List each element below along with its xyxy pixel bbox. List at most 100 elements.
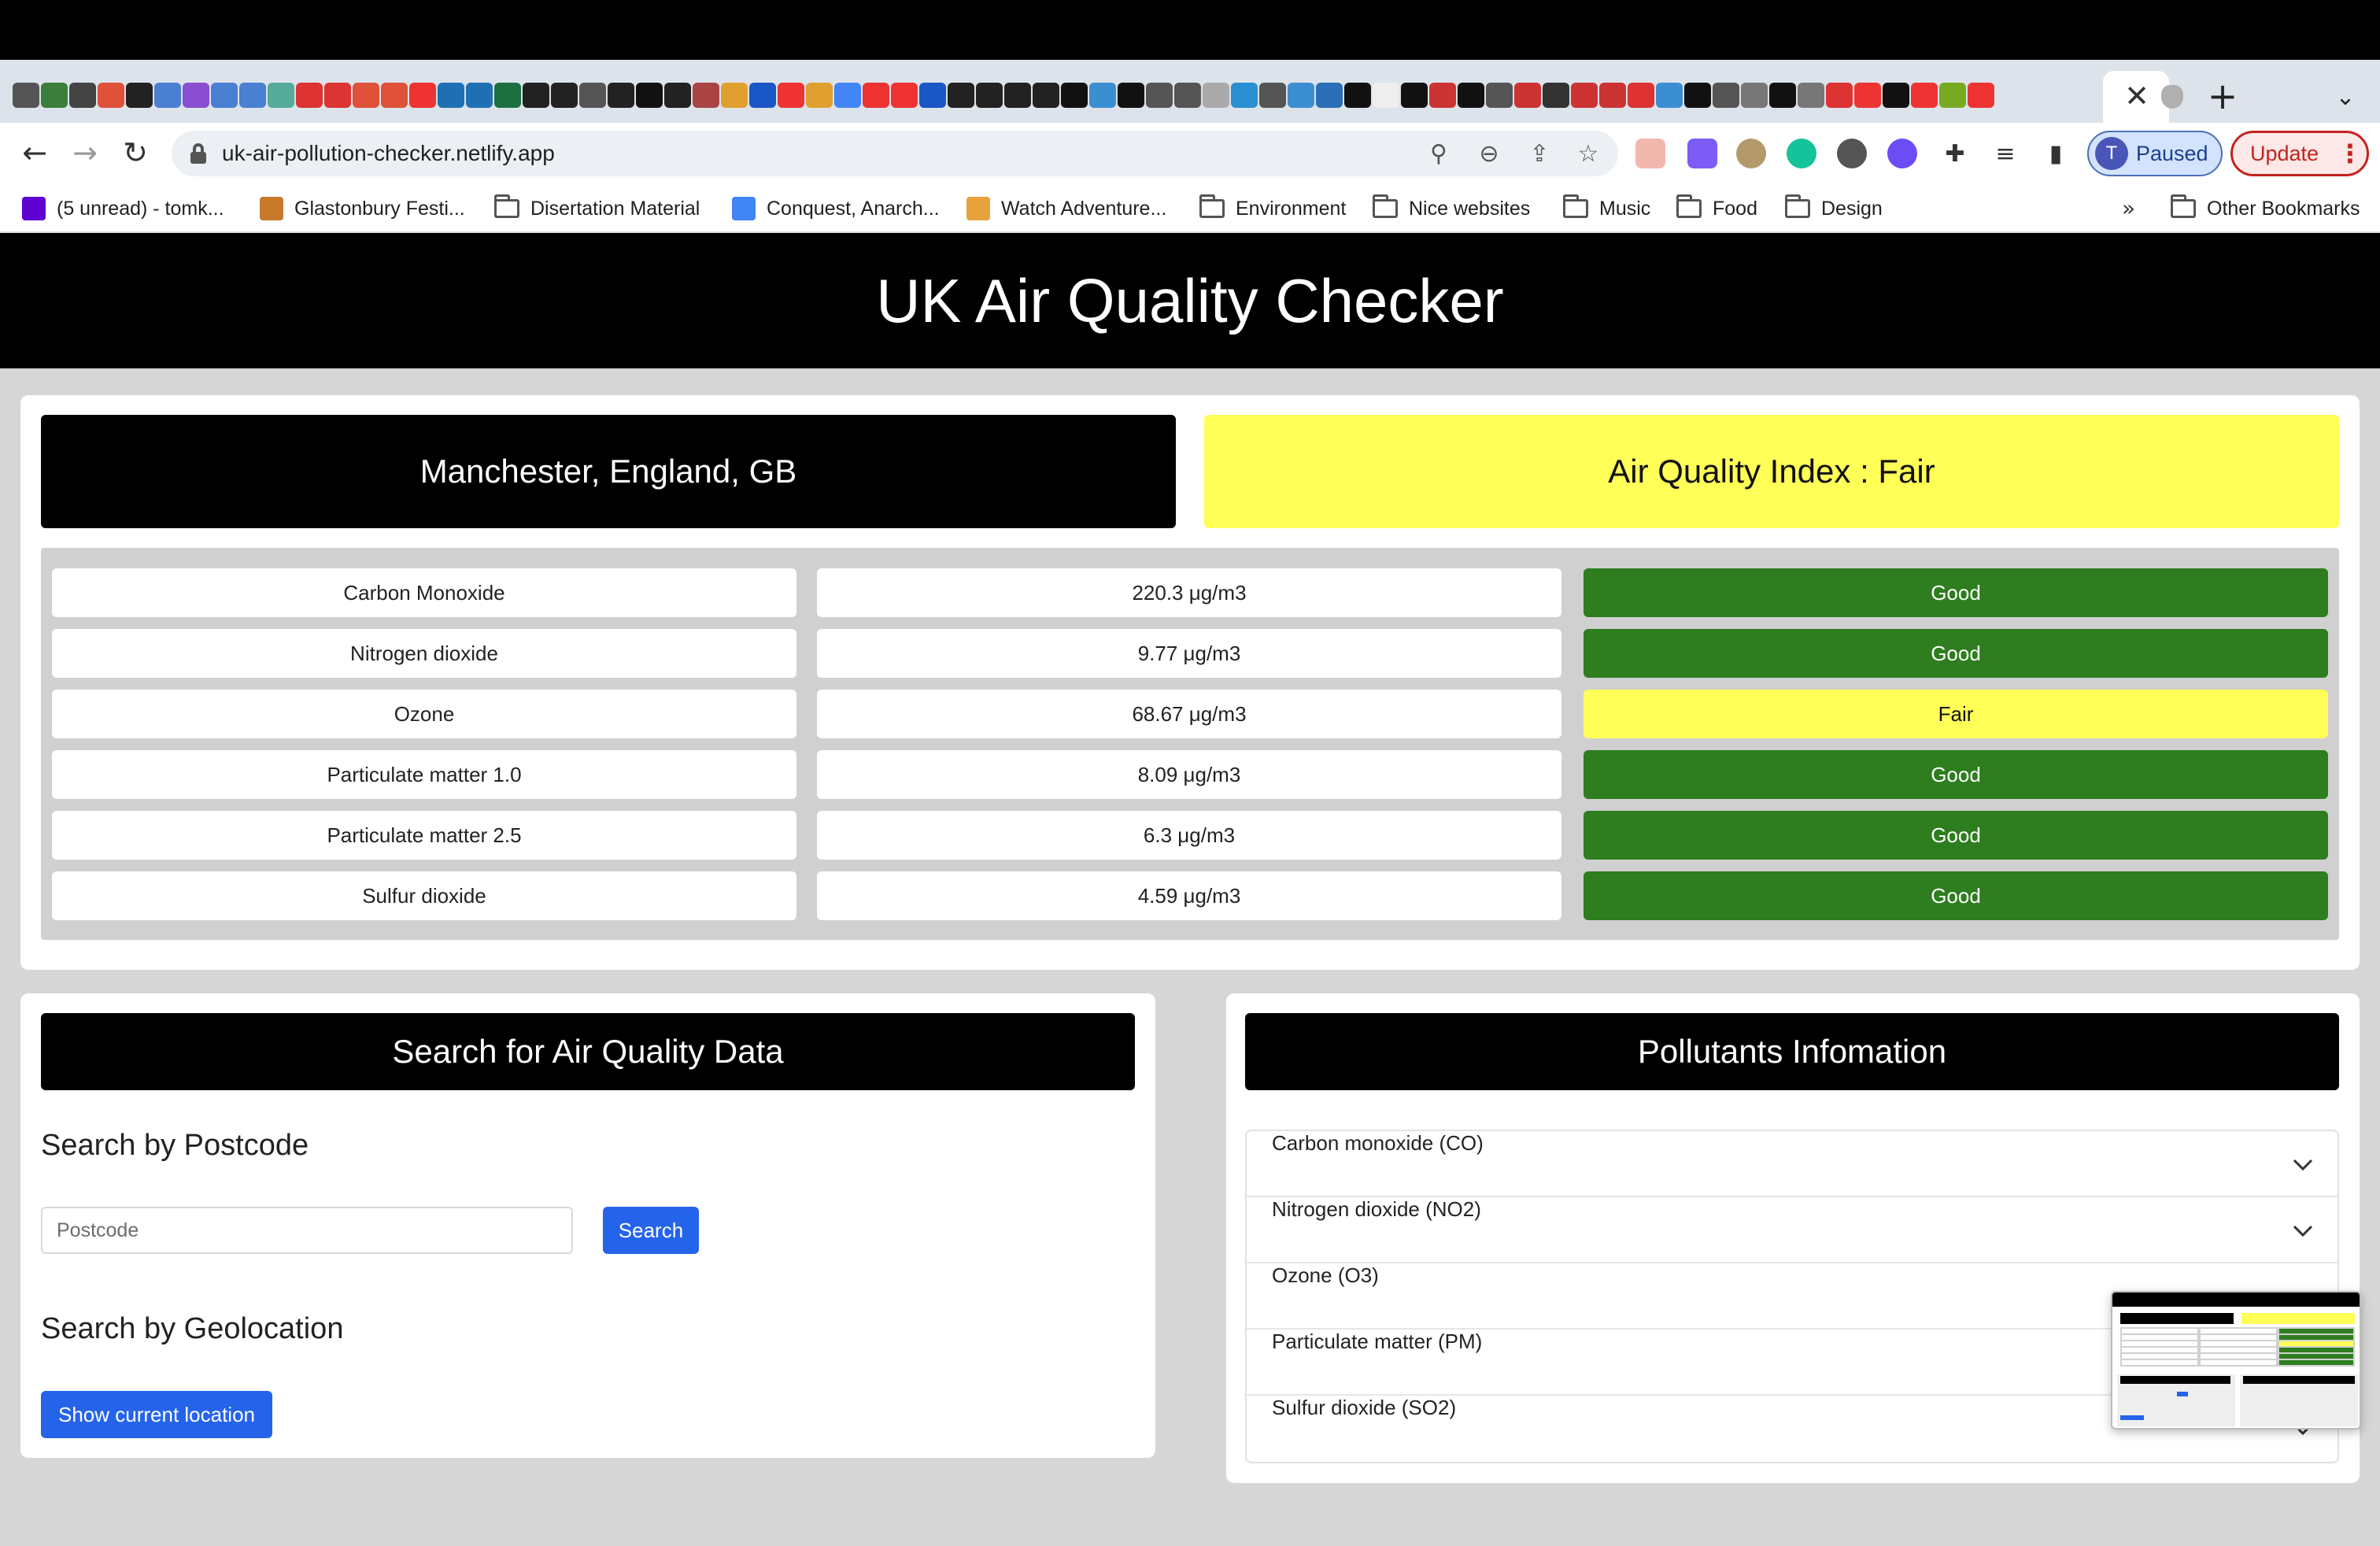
tab-favicon-icon[interactable] (1118, 83, 1144, 108)
bookmarks-overflow-icon[interactable]: » (2122, 190, 2145, 227)
tab-favicon-icon[interactable] (438, 83, 464, 108)
new-tab-button[interactable]: + (2204, 76, 2241, 117)
tab-favicon-icon[interactable] (154, 83, 181, 108)
tab-favicon-icon[interactable] (919, 83, 946, 108)
tab-favicon-icon[interactable] (1288, 83, 1314, 108)
tab-favicon-icon[interactable] (1741, 83, 1768, 108)
bookmark-star-icon[interactable]: ☆ (1571, 137, 1606, 172)
close-tab-icon[interactable]: ✕ (2123, 79, 2150, 113)
tab-favicon-icon[interactable] (863, 83, 889, 108)
bookmark-item[interactable]: Food (1676, 190, 1757, 227)
tab-favicon-icon[interactable] (1344, 83, 1371, 108)
tab-favicon-icon[interactable] (1854, 83, 1881, 108)
tab-favicon-icon[interactable] (353, 83, 379, 108)
profile-status[interactable]: Paused (2136, 135, 2215, 172)
apple-tab-icon[interactable] (2161, 85, 2183, 109)
bookmark-item[interactable]: Environment (1199, 190, 1346, 227)
tab-favicon-icon[interactable] (1656, 83, 1683, 108)
accordion-item[interactable]: Nitrogen dioxide (NO2) (1247, 1197, 2338, 1263)
share-icon[interactable]: ⇪ (1522, 137, 1557, 172)
tab-favicon-icon[interactable] (126, 83, 153, 108)
lock-icon[interactable] (190, 143, 206, 164)
reload-icon[interactable]: ↻ (115, 132, 156, 173)
bookmark-item[interactable]: Nice websites (1373, 190, 1530, 227)
tab-favicon-icon[interactable] (409, 83, 436, 108)
tab-favicon-icon[interactable] (1033, 83, 1059, 108)
tab-favicon-icon[interactable] (1798, 83, 1824, 108)
tab-favicon-icon[interactable] (1146, 83, 1173, 108)
tab-favicon-icon[interactable] (41, 83, 68, 108)
side-panel-icon[interactable]: ▮ (2038, 137, 2073, 172)
tab-favicon-icon[interactable] (579, 83, 606, 108)
tab-favicon-icon[interactable] (1599, 83, 1626, 108)
chevron-down-icon[interactable] (2292, 1219, 2314, 1241)
bookmark-item[interactable]: (5 unread) - tomk... (22, 190, 224, 227)
tab-favicon-icon[interactable] (749, 83, 776, 108)
tab-favicon-icon[interactable] (1543, 83, 1569, 108)
tab-favicon-icon[interactable] (1826, 83, 1853, 108)
tab-search-chevron-icon[interactable]: ⌄ (2328, 82, 2363, 113)
extension-icon[interactable] (1687, 139, 1717, 168)
tab-favicon-icon[interactable] (1004, 83, 1031, 108)
tab-favicon-icon[interactable] (664, 83, 691, 108)
chevron-down-icon[interactable] (2292, 1153, 2314, 1175)
tab-favicon-icon[interactable] (1174, 83, 1201, 108)
back-icon[interactable]: ← (14, 132, 55, 173)
tab-favicon-icon[interactable] (806, 83, 833, 108)
tab-favicon-icon[interactable] (1713, 83, 1739, 108)
tab-favicon-icon[interactable] (13, 83, 39, 108)
show-location-button[interactable]: Show current location (41, 1391, 272, 1438)
grammarly-icon[interactable] (1787, 139, 1816, 168)
tab-favicon-icon[interactable] (834, 83, 861, 108)
tab-favicon-icon[interactable] (1968, 83, 1994, 108)
other-bookmarks[interactable]: Other Bookmarks (2171, 190, 2360, 227)
tab-favicon-icon[interactable] (721, 83, 748, 108)
zoom-icon[interactable]: ⊖ (1472, 137, 1506, 172)
postcode-input[interactable] (41, 1207, 573, 1254)
tab-favicon-icon[interactable] (1911, 83, 1938, 108)
bookmark-item[interactable]: Music (1563, 190, 1650, 227)
bookmark-item[interactable]: Disertation Material (494, 190, 700, 227)
tab-favicon-icon[interactable] (636, 83, 663, 108)
tab-favicon-icon[interactable] (98, 83, 124, 108)
tab-favicon-icon[interactable] (1401, 83, 1428, 108)
search-button[interactable]: Search (603, 1207, 699, 1254)
tab-favicon-icon[interactable] (1939, 83, 1966, 108)
wappalyzer-icon[interactable] (1837, 139, 1867, 168)
extension-icon[interactable] (1736, 139, 1766, 168)
bookmark-item[interactable]: Watch Adventure... (966, 190, 1166, 227)
tab-favicon-icon[interactable] (1514, 83, 1541, 108)
tab-favicon-icon[interactable] (494, 83, 521, 108)
more-menu-icon[interactable]: ⋮ (2338, 134, 2363, 173)
tab-favicon-icon[interactable] (1429, 83, 1456, 108)
tab-favicon-icon[interactable] (948, 83, 974, 108)
url-text[interactable]: uk-air-pollution-checker.netlify.app (222, 135, 930, 172)
tab-favicon-icon[interactable] (211, 83, 238, 108)
forward-icon[interactable]: → (65, 132, 105, 173)
tab-favicon-icon[interactable] (183, 83, 209, 108)
tab-favicon-icon[interactable] (523, 83, 549, 108)
tab-favicon-icon[interactable] (1486, 83, 1513, 108)
tab-favicon-icon[interactable] (1883, 83, 1909, 108)
bookmark-item[interactable]: Design (1785, 190, 1883, 227)
pinned-tabs[interactable] (13, 80, 2082, 111)
tab-favicon-icon[interactable] (1259, 83, 1286, 108)
tab-favicon-icon[interactable] (608, 83, 634, 108)
tab-favicon-icon[interactable] (69, 83, 96, 108)
avatar[interactable]: T (2095, 137, 2128, 170)
tab-favicon-icon[interactable] (239, 83, 266, 108)
tab-favicon-icon[interactable] (1458, 83, 1484, 108)
tab-favicon-icon[interactable] (976, 83, 1003, 108)
tab-favicon-icon[interactable] (1684, 83, 1711, 108)
tab-favicon-icon[interactable] (891, 83, 918, 108)
tab-favicon-icon[interactable] (1203, 83, 1229, 108)
tab-favicon-icon[interactable] (1769, 83, 1796, 108)
tab-favicon-icon[interactable] (778, 83, 804, 108)
tab-favicon-icon[interactable] (296, 83, 323, 108)
tab-favicon-icon[interactable] (381, 83, 408, 108)
tab-favicon-icon[interactable] (1628, 83, 1654, 108)
pdf-extension-icon[interactable] (1635, 139, 1665, 168)
extension-icon[interactable] (1887, 139, 1917, 168)
tab-favicon-icon[interactable] (1089, 83, 1116, 108)
bookmark-item[interactable]: Glastonbury Festi... (260, 190, 465, 227)
